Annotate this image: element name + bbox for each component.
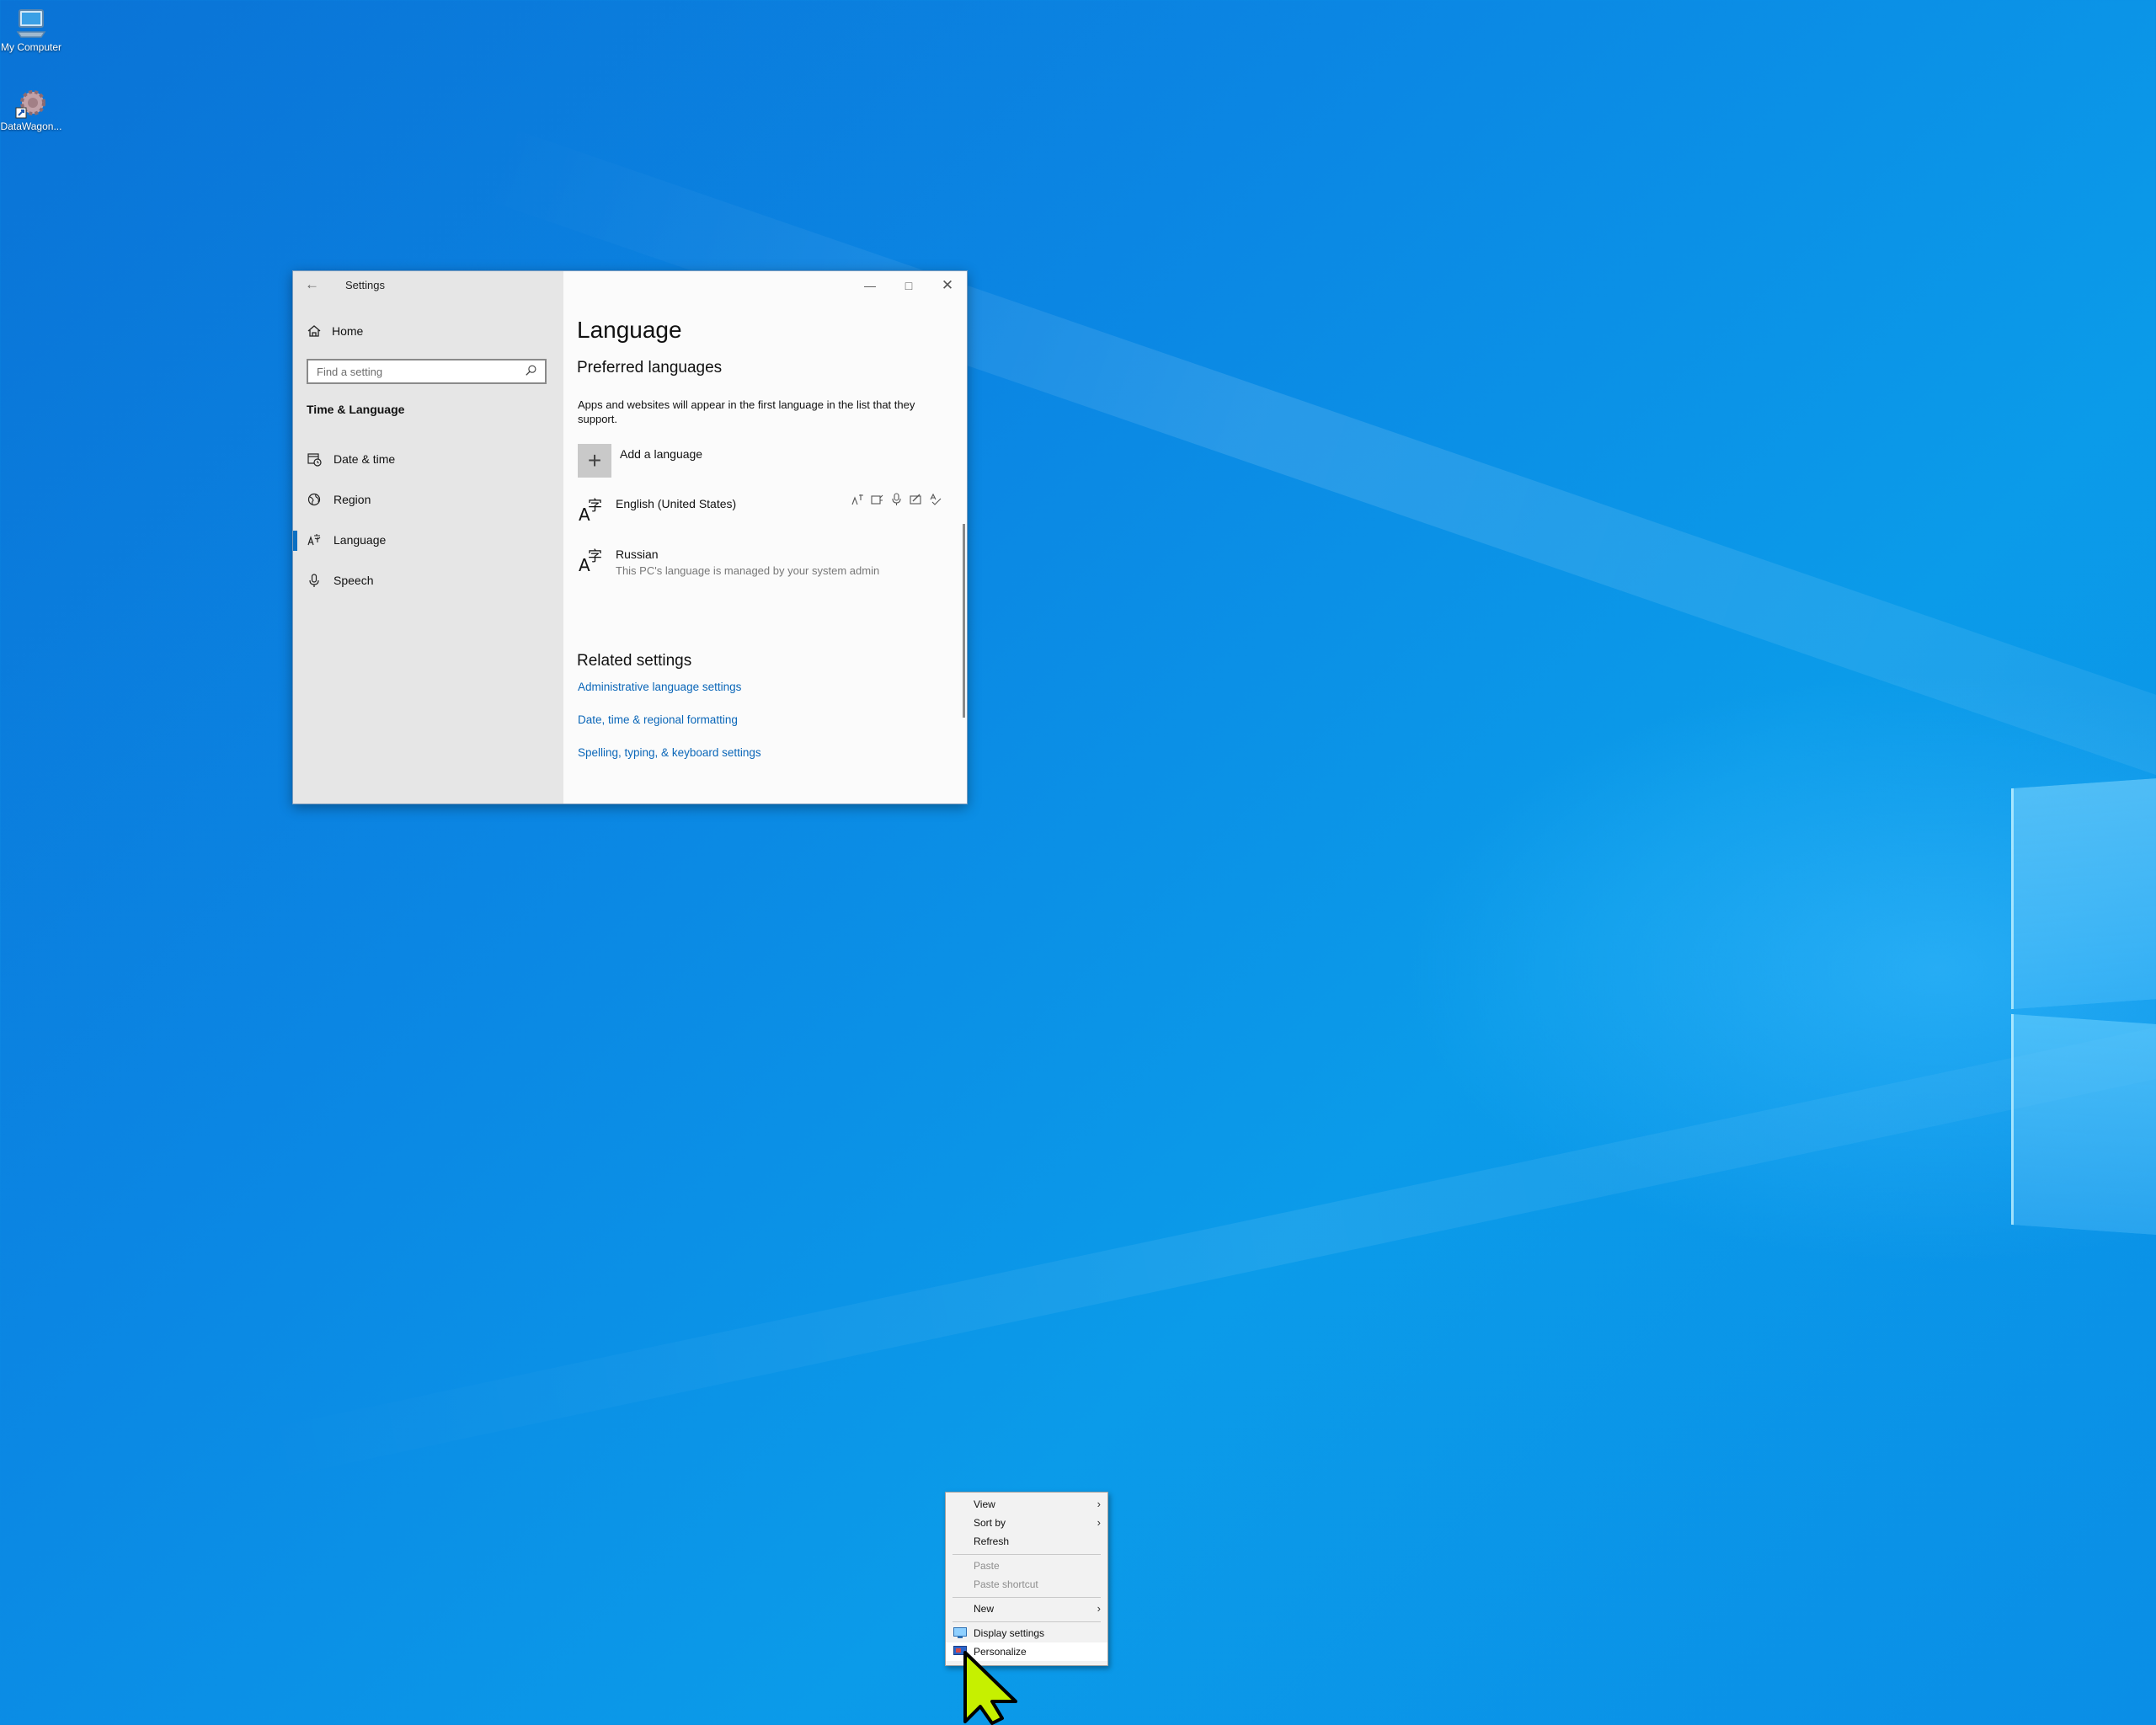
menu-item-refresh[interactable]: Refresh [946,1532,1107,1551]
home-icon [307,325,321,337]
desktop-icon-label: My Computer [0,41,62,53]
microphone-icon [309,574,319,587]
settings-content: Language Preferred languages Apps and we… [577,271,964,804]
search-input[interactable] [308,360,527,382]
gear-icon [15,90,45,119]
search-box[interactable] [307,359,547,384]
chevron-right-icon: › [1097,1498,1101,1510]
menu-item-label: Display settings [974,1627,1045,1639]
menu-separator [953,1597,1101,1598]
sidebar-item-label: Home [332,324,364,338]
sidebar-item-label: Speech [334,574,374,587]
sidebar-item-date-time[interactable]: Date & time [293,441,563,477]
menu-item-display-settings[interactable]: Display settings [946,1624,1107,1642]
mouse-cursor-icon [963,1651,1017,1725]
calendar-clock-icon [307,453,322,467]
preferred-languages-description: Apps and websites will appear in the fir… [578,398,915,425]
chevron-right-icon: › [1097,1516,1101,1529]
active-indicator [293,531,297,551]
language-features [851,492,942,506]
sidebar-item-speech[interactable]: Speech [293,563,563,598]
related-settings-heading: Related settings [577,652,692,670]
plus-icon: + [578,444,611,478]
menu-separator [953,1554,1101,1555]
link-date-time-regional-formatting[interactable]: Date, time & regional formatting [578,713,738,726]
sidebar-item-home[interactable]: Home [307,323,363,339]
wallpaper-windows-logo-lower [2011,1013,2156,1236]
sidebar-item-label: Region [334,493,371,506]
back-arrow-icon[interactable]: ← [305,276,319,293]
language-glyph-icon: A 字 [579,498,602,525]
window-title: Settings [345,279,385,291]
wallpaper-windows-logo-upper [2011,777,2156,1010]
wallpaper-light-beam-lower [253,994,2156,1482]
globe-icon [307,493,321,506]
language-item-english[interactable]: A 字 English (United States) [577,492,736,526]
language-name: English (United States) [616,497,737,510]
text-to-speech-feature-icon [871,494,883,505]
sidebar-item-label: Language [334,533,387,547]
chevron-right-icon: › [1097,1602,1101,1615]
menu-separator [953,1621,1101,1622]
add-language-button[interactable]: + Add a language [578,444,702,478]
desktop-context-menu: View › Sort by › Refresh Paste Paste sho… [945,1492,1108,1666]
search-icon[interactable] [525,364,538,377]
speech-feature-icon [892,493,901,505]
menu-item-label: View [974,1498,995,1510]
desktop-icon-datawagon[interactable]: DataWagon... [0,86,62,132]
link-administrative-language-settings[interactable]: Administrative language settings [578,681,741,693]
menu-item-sort-by[interactable]: Sort by › [946,1514,1107,1532]
link-spelling-typing-keyboard-settings[interactable]: Spelling, typing, & keyboard settings [578,746,761,759]
menu-item-label: Refresh [974,1535,1010,1547]
desktop-icon-my-computer[interactable]: My Computer [0,7,62,53]
scrollbar[interactable] [963,524,965,718]
menu-item-view[interactable]: View › [946,1495,1107,1514]
display-language-feature-icon [851,494,863,505]
handwriting-feature-icon [910,494,921,505]
computer-icon [16,9,46,38]
language-item-russian[interactable]: A 字 Russian This PC's language is manage… [577,542,879,577]
menu-item-paste[interactable]: Paste [946,1557,1107,1575]
menu-item-label: Paste [974,1560,1000,1572]
menu-item-label: Paste shortcut [974,1578,1038,1590]
menu-item-label: Sort by [974,1517,1006,1529]
desktop-icon-label: DataWagon... [0,120,62,132]
sidebar-item-language[interactable]: Language [293,522,563,558]
sidebar-item-label: Date & time [334,452,396,466]
sidebar-item-region[interactable]: Region [293,482,563,517]
settings-window: ← Settings — □ ✕ Home Time & Language Da… [292,270,968,804]
preferred-languages-heading: Preferred languages [577,359,723,377]
language-name: Russian [616,547,659,561]
language-note: This PC's language is managed by your sy… [616,564,880,577]
language-icon [307,534,321,546]
language-glyph-icon: A 字 [579,548,602,575]
category-heading: Time & Language [307,403,405,416]
menu-item-new[interactable]: New › [946,1599,1107,1618]
page-title: Language [577,317,682,343]
display-icon [953,1627,967,1638]
menu-item-paste-shortcut[interactable]: Paste shortcut [946,1575,1107,1594]
menu-item-label: New [974,1603,995,1615]
spellcheck-feature-icon [930,493,942,505]
svg-text:字: 字 [588,548,602,565]
svg-text:字: 字 [588,498,602,515]
add-language-label: Add a language [620,447,703,461]
